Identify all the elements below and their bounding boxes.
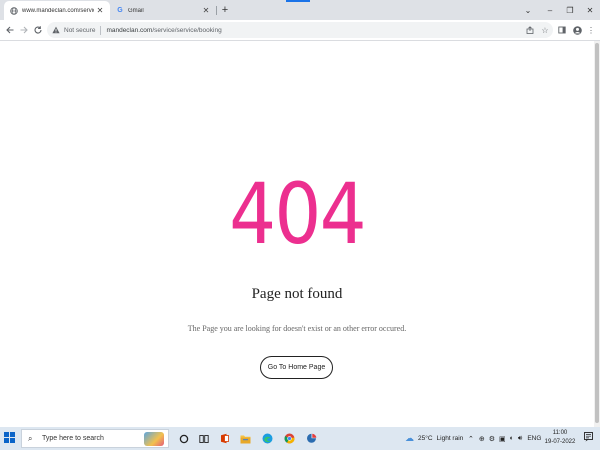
back-arrow-icon <box>6 26 14 34</box>
search-highlight-icon <box>144 432 164 446</box>
tray-camera-icon[interactable]: ▣ <box>499 435 506 443</box>
weather-condition: Light rain <box>436 435 464 442</box>
tab-title: Gmail <box>128 7 144 14</box>
menu-kebab-icon[interactable]: ⋮ <box>584 22 598 38</box>
error-code: 404 <box>229 165 367 263</box>
maximize-button[interactable]: ❐ <box>559 0 581 20</box>
task-view-icon[interactable] <box>196 431 211 446</box>
weather-widget[interactable]: ☁ 25°C Light rain <box>405 427 463 450</box>
security-status-label[interactable]: Not secure <box>64 27 95 34</box>
minimize-button[interactable]: – <box>539 0 561 20</box>
show-hidden-icons-chevron-icon[interactable]: ⌃ <box>468 435 474 443</box>
file-explorer-icon[interactable] <box>238 431 253 446</box>
address-bar[interactable]: Not secure mandeclan.com/service/service… <box>47 22 553 38</box>
clock-time: 11:00 <box>552 430 568 436</box>
network-icon[interactable]: ◐ <box>510 435 514 442</box>
tab-title: www.mandeclan.com/service/se <box>22 7 94 14</box>
page-scrollbar[interactable] <box>594 41 600 427</box>
system-tray: ⌃ ⊕ ⚙ ▣ ◐ 🔊︎ ENG <box>468 427 541 450</box>
search-icon: ⌕ <box>28 433 33 443</box>
go-home-button[interactable]: Go To Home Page <box>260 356 333 379</box>
tab-mandeclan[interactable]: www.mandeclan.com/service/se ✕ <box>4 1 110 20</box>
close-window-button[interactable]: ✕ <box>579 0 600 20</box>
app-icon[interactable] <box>304 431 319 446</box>
tab-close-icon[interactable]: ✕ <box>94 5 106 17</box>
office-icon[interactable] <box>217 431 232 446</box>
address-divider <box>100 25 102 35</box>
page-title: Page not found <box>251 286 343 302</box>
system-clock[interactable]: 11:00 19-07-2022 <box>540 429 580 447</box>
error-description: The Page you are looking for doesn't exi… <box>187 324 407 333</box>
side-panel-icon[interactable] <box>555 22 569 38</box>
forward-arrow-icon <box>20 26 28 34</box>
page-content: 404 Page not found The Page you are look… <box>0 41 594 427</box>
notifications-icon[interactable] <box>583 432 593 444</box>
google-icon: G <box>117 6 123 14</box>
browser-tab-strip: www.mandeclan.com/service/se ✕ G Gmail ✕… <box>0 0 600 20</box>
edge-icon[interactable] <box>260 431 275 446</box>
volume-icon[interactable]: 🔊︎ <box>518 435 522 443</box>
globe-icon <box>10 6 18 15</box>
tab-search-dropdown-icon[interactable]: ⌄ <box>517 0 539 20</box>
browser-toolbar: Not secure mandeclan.com/service/service… <box>0 20 600 41</box>
taskbar-search-box[interactable]: ⌕ Type here to search <box>21 429 169 448</box>
reload-icon <box>34 26 42 34</box>
profile-avatar-icon[interactable] <box>570 22 584 38</box>
tray-app-icon[interactable]: ⊕ <box>479 435 485 443</box>
tab-close-icon[interactable]: ✕ <box>200 5 212 17</box>
rain-cloud-icon: ☁ <box>405 433 414 443</box>
tray-security-icon[interactable]: ⚙ <box>489 435 495 443</box>
tab-strip-accent <box>286 0 310 2</box>
scrollbar-thumb[interactable] <box>595 43 599 423</box>
cortana-icon[interactable] <box>176 431 191 446</box>
share-icon[interactable] <box>523 22 537 38</box>
chrome-icon[interactable] <box>282 431 297 446</box>
bookmark-star-icon[interactable]: ☆ <box>538 22 552 38</box>
clock-date: 19-07-2022 <box>544 439 576 445</box>
url-host: mandeclan.com <box>106 26 153 34</box>
weather-temperature: 25°C <box>418 435 433 442</box>
reload-button[interactable] <box>30 22 46 38</box>
tab-gmail[interactable]: G Gmail ✕ <box>110 1 216 20</box>
windows-taskbar: ⌕ Type here to search ☁ 25°C Light rain … <box>0 427 600 450</box>
warning-icon <box>52 26 60 34</box>
windows-start-icon[interactable] <box>4 432 16 444</box>
tab-separator <box>216 6 217 15</box>
new-tab-button[interactable]: + <box>218 3 232 17</box>
search-placeholder: Type here to search <box>42 435 104 442</box>
url-path: /service/service/booking <box>152 26 222 34</box>
